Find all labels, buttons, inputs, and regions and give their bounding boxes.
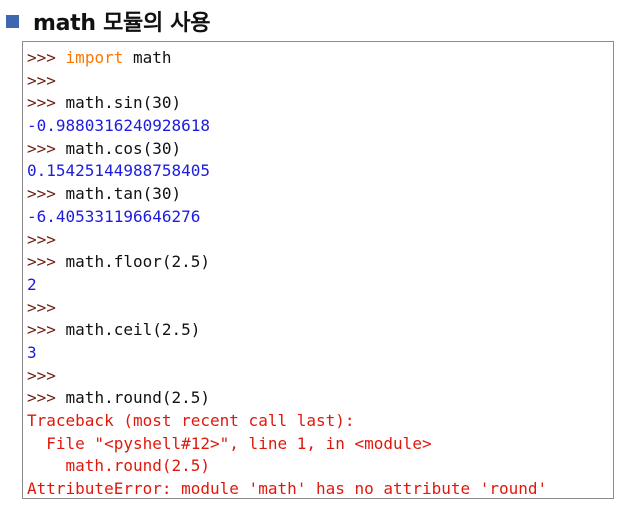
input-code: math.round(2.5)	[55, 388, 211, 408]
shell-line: >>>	[27, 365, 547, 388]
shell-line: >>> import math	[27, 47, 547, 70]
shell-line: >>> math.tan(30)	[27, 183, 547, 206]
shell-prompt: >>>	[27, 138, 56, 158]
shell-prompt: >>>	[27, 93, 56, 113]
input-code: math.sin(30)	[55, 93, 182, 113]
shell-prompt: >>>	[27, 388, 56, 408]
output-text: 0.15425144988758405	[27, 161, 211, 181]
output-text: 2	[27, 274, 37, 294]
error-text: File "<pyshell#12>", line 1, in <module>	[27, 433, 432, 453]
shell-line: -6.405331196646276	[27, 206, 547, 229]
shell-line: AttributeError: module 'math' has no att…	[27, 478, 547, 501]
shell-lines: >>> import math >>> >>> math.sin(30) -0.988…	[27, 47, 547, 501]
input-code: math.floor(2.5)	[55, 252, 211, 272]
shell-line: 0.15425144988758405	[27, 160, 547, 183]
error-text: Traceback (most recent call last):	[27, 411, 355, 430]
shell-line: 2	[27, 274, 547, 297]
input-code: math.ceil(2.5)	[55, 320, 201, 340]
input-code: math.tan(30)	[55, 184, 182, 204]
shell-line: 3	[27, 342, 547, 365]
shell-line: >>> math.round(2.5)	[27, 387, 547, 410]
output-text: -0.9880316240928618	[27, 116, 211, 136]
output-text: -6.405331196646276	[27, 206, 201, 226]
shell-prompt: >>>	[27, 297, 56, 317]
shell-line: math.round(2.5)	[27, 455, 547, 478]
shell-line: >>>	[27, 70, 547, 93]
shell-prompt: >>>	[27, 184, 56, 204]
slide-heading: math 모듈의 사용	[6, 4, 210, 38]
shell-prompt: >>>	[27, 252, 56, 272]
input-code: math	[123, 48, 172, 67]
slide-title: math 모듈의 사용	[33, 11, 211, 36]
output-text: 3	[27, 342, 37, 362]
error-text: math.round(2.5)	[27, 456, 211, 476]
shell-line: >>> math.sin(30)	[27, 92, 547, 115]
shell-line: >>> math.ceil(2.5)	[27, 319, 547, 342]
square-bullet-icon	[6, 14, 19, 28]
shell-prompt: >>>	[27, 48, 56, 67]
shell-line: >>> math.cos(30)	[27, 138, 547, 161]
shell-line: >>>	[27, 229, 547, 252]
shell-line: File "<pyshell#12>", line 1, in <module>	[27, 433, 547, 456]
shell-line: >>> math.floor(2.5)	[27, 251, 547, 274]
input-code: math.cos(30)	[55, 138, 182, 158]
shell-prompt: >>>	[27, 229, 56, 249]
shell-prompt: >>>	[27, 365, 56, 385]
python-shell-output[interactable]: >>> import math >>> >>> math.sin(30) -0.988…	[22, 41, 614, 499]
error-text: AttributeError: module 'math' has no att…	[27, 479, 548, 499]
keyword-text: import	[65, 48, 124, 67]
shell-line: >>>	[27, 297, 547, 320]
shell-prompt: >>>	[27, 70, 56, 90]
shell-prompt: >>>	[27, 320, 56, 340]
shell-line: -0.9880316240928618	[27, 115, 547, 138]
shell-line: Traceback (most recent call last):	[27, 410, 547, 433]
